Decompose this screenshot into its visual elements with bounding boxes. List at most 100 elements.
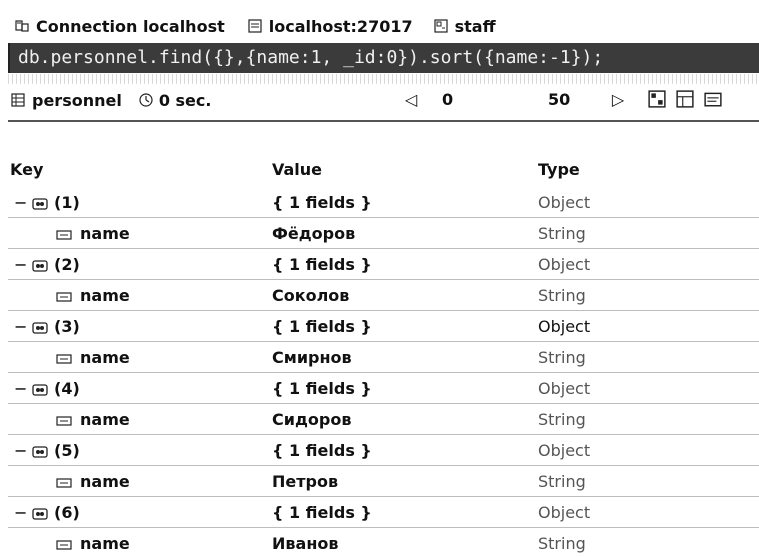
row-key: name [80, 534, 130, 553]
row-type: Object [538, 317, 591, 336]
string-icon [56, 218, 72, 249]
database-tab[interactable]: staff [433, 17, 496, 36]
row-key: (1) [54, 193, 80, 212]
expand-icon[interactable]: − [14, 373, 27, 404]
column-header-key[interactable]: Key [10, 160, 43, 179]
string-icon [56, 280, 72, 311]
query-text: db.personnel.find({},{name:1, _id:0}).so… [18, 47, 604, 68]
table-row[interactable]: name Фёдоров String [8, 218, 759, 249]
connection-label: Connection localhost [36, 16, 225, 36]
table-row[interactable]: − (2) { 1 fields } Object [8, 249, 759, 280]
connection-bar: Connection localhost localhost:27017 sta… [8, 10, 759, 42]
expand-icon[interactable]: − [14, 311, 27, 342]
object-icon [32, 187, 48, 218]
prev-page-button[interactable]: ◁ [403, 88, 419, 110]
toolbar-separator [8, 120, 759, 122]
table-row[interactable]: − (6) { 1 fields } Object [8, 497, 759, 528]
column-header-type[interactable]: Type [538, 160, 580, 179]
string-icon [56, 404, 72, 435]
server-host: localhost:27017 [268, 16, 413, 36]
row-key: name [80, 410, 130, 429]
exec-time: 0 sec. [138, 90, 212, 110]
clock-icon [139, 93, 153, 107]
table-row[interactable]: − (1) { 1 fields } Object [8, 187, 759, 218]
limit-value: 50 [548, 89, 571, 109]
row-key: (6) [54, 503, 80, 522]
field-key: name [44, 218, 130, 249]
string-icon [56, 466, 72, 497]
row-key: (2) [54, 255, 80, 274]
row-key: name [80, 286, 130, 305]
field-key: name [44, 466, 130, 497]
row-key: name [80, 348, 130, 367]
table-row[interactable]: − (4) { 1 fields } Object [8, 373, 759, 404]
table-row[interactable]: name Петров String [8, 466, 759, 497]
expand-icon[interactable]: − [14, 187, 27, 218]
expand-icon[interactable]: − [14, 435, 27, 466]
row-type: Object [538, 441, 591, 460]
row-type: String [538, 534, 586, 553]
table-row[interactable]: − (3) { 1 fields } Object [8, 311, 759, 342]
row-key: (4) [54, 379, 80, 398]
row-value: { 1 fields } [272, 317, 372, 336]
object-icon [32, 249, 48, 280]
table-row[interactable]: name Сидоров String [8, 404, 759, 435]
row-type: Object [538, 503, 591, 522]
row-type: Object [538, 255, 591, 274]
prev-page-icon: ◁ [404, 89, 418, 109]
row-key: name [80, 224, 130, 243]
object-icon [32, 497, 48, 528]
row-value: { 1 fields } [272, 255, 372, 274]
next-page-icon: ▷ [611, 89, 625, 109]
row-type: Object [538, 379, 591, 398]
row-type: String [538, 224, 586, 243]
row-value: { 1 fields } [272, 379, 372, 398]
table-view-icon[interactable] [676, 90, 694, 108]
query-editor[interactable]: db.personnel.find({},{name:1, _id:0}).so… [8, 43, 759, 73]
table-row[interactable]: name Смирнов String [8, 342, 759, 373]
expand-icon[interactable]: − [14, 497, 27, 528]
exec-time-value: 0 sec. [158, 90, 212, 110]
table-row[interactable]: − (5) { 1 fields } Object [8, 435, 759, 466]
column-header-value[interactable]: Value [272, 160, 322, 179]
string-icon [56, 342, 72, 373]
database-name: staff [454, 16, 496, 36]
table-row[interactable]: name Соколов String [8, 280, 759, 311]
row-type: String [538, 286, 586, 305]
row-value: Соколов [272, 286, 350, 305]
server-tab[interactable]: localhost:27017 [247, 17, 413, 36]
text-view-icon[interactable] [704, 90, 722, 108]
expand-icon[interactable]: − [14, 249, 27, 280]
field-key: name [44, 342, 130, 373]
row-value: Иванов [272, 534, 339, 553]
row-type: Object [538, 193, 591, 212]
database-icon [433, 19, 448, 33]
row-key: (3) [54, 317, 80, 336]
row-value: { 1 fields } [272, 441, 372, 460]
limit-field[interactable]: 50 [548, 88, 584, 110]
document-key: − (4) [14, 373, 80, 404]
connection-tab[interactable]: Connection localhost [14, 17, 225, 36]
row-key: (5) [54, 441, 80, 460]
document-key: − (1) [14, 187, 80, 218]
row-value: { 1 fields } [272, 503, 372, 522]
skip-field[interactable]: 0 [442, 88, 466, 110]
tree-view-icon[interactable] [648, 90, 666, 108]
document-key: − (6) [14, 497, 80, 528]
collection-name: personnel [32, 90, 122, 110]
next-page-button[interactable]: ▷ [610, 88, 626, 110]
table-row[interactable]: name Иванов String [8, 528, 759, 557]
object-icon [32, 435, 48, 466]
connection-icon [15, 20, 29, 32]
document-key: − (2) [14, 249, 80, 280]
results-toolbar: personnel 0 sec. ◁ 0 50 ▷ [8, 82, 759, 118]
object-icon [32, 373, 48, 404]
field-key: name [44, 404, 130, 435]
collection-label: personnel [10, 91, 122, 110]
row-type: String [538, 410, 586, 429]
document-key: − (3) [14, 311, 80, 342]
server-icon [248, 19, 262, 33]
field-key: name [44, 528, 130, 557]
row-key: name [80, 472, 130, 491]
object-icon [32, 311, 48, 342]
